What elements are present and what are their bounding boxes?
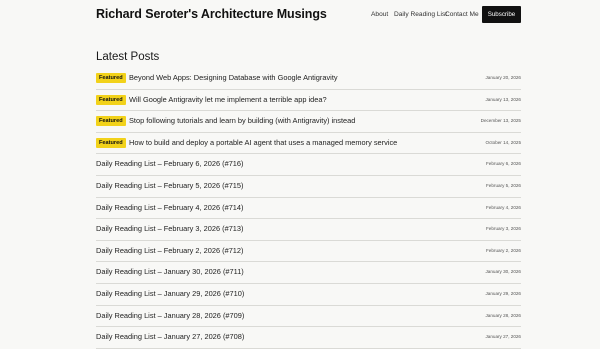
featured-badge: Featured [96,73,126,83]
section-title-latest-posts: Latest Posts [96,51,160,63]
post-date: February 2, 2026 [486,247,521,253]
post-list: Featured Beyond Web Apps: Designing Datab… [96,68,521,349]
post-list-item: Daily Reading List – February 2, 2026 (#… [96,241,521,263]
post-title-link[interactable]: Daily Reading List – February 3, 2026 (#… [96,224,244,234]
post-date: February 6, 2026 [486,161,521,167]
post-list-item: Daily Reading List – January 28, 2026 (#… [96,306,521,328]
post-date: February 5, 2026 [486,182,521,188]
post-list-item: Featured Beyond Web Apps: Designing Datab… [96,68,521,90]
post-title-link[interactable]: Daily Reading List – February 6, 2026 (#… [96,159,244,169]
subscribe-button[interactable]: Subscribe [482,6,521,23]
post-date: January 27, 2026 [485,334,521,340]
featured-badge: Featured [96,137,126,148]
nav-link-daily-reading-list[interactable]: Daily Reading List [394,11,447,18]
post-title-link[interactable]: Daily Reading List – January 29, 2026 (#… [96,289,244,299]
post-date: December 13, 2025 [480,118,521,124]
post-title-link[interactable]: Stop following tutorials and learn by bu… [129,116,355,126]
post-list-item: Daily Reading List – February 4, 2026 (#… [96,198,521,220]
nav-link-about[interactable]: About [371,11,388,18]
post-list-item: Daily Reading List – February 6, 2026 (#… [96,154,521,176]
post-list-item: Daily Reading List – February 3, 2026 (#… [96,219,521,241]
post-date: January 29, 2026 [485,290,521,296]
post-list-item: Featured Will Google Antigravity let me i… [96,90,521,112]
site-header: Richard Seroter's Architecture Musings A… [0,0,600,32]
post-list-item: Daily Reading List – January 29, 2026 (#… [96,284,521,306]
post-date: January 28, 2026 [485,312,521,318]
post-date: October 14, 2025 [485,139,522,145]
featured-badge: Featured [96,116,126,127]
post-title-link[interactable]: Beyond Web Apps: Designing Database with… [129,73,338,83]
post-title-link[interactable]: Daily Reading List – February 5, 2026 (#… [96,181,244,191]
post-date: February 4, 2026 [486,204,521,210]
post-list-item: Daily Reading List – January 30, 2026 (#… [96,262,521,284]
post-title-link[interactable]: Daily Reading List – February 4, 2026 (#… [96,203,244,213]
post-date: January 13, 2026 [485,96,521,102]
post-title-link[interactable]: Will Google Antigravity let me implement… [129,95,327,105]
post-list-item: Daily Reading List – February 5, 2026 (#… [96,176,521,198]
post-date: February 3, 2026 [486,226,521,232]
post-title-link[interactable]: How to build and deploy a portable AI ag… [129,138,397,148]
featured-badge: Featured [96,94,126,105]
site-title[interactable]: Richard Seroter's Architecture Musings [96,7,327,21]
post-title-link[interactable]: Daily Reading List – January 27, 2026 (#… [96,332,244,342]
nav-link-contact-me[interactable]: Contact Me [445,11,479,18]
post-date: January 20, 2026 [485,75,521,80]
post-title-link[interactable]: Daily Reading List – January 28, 2026 (#… [96,311,244,321]
post-title-link[interactable]: Daily Reading List – February 2, 2026 (#… [96,246,244,256]
post-title-link[interactable]: Daily Reading List – January 30, 2026 (#… [96,267,244,277]
post-list-item: Featured Stop following tutorials and lea… [96,111,521,133]
post-date: January 30, 2026 [485,269,521,275]
post-list-item: Featured How to build and deploy a portab… [96,133,521,155]
